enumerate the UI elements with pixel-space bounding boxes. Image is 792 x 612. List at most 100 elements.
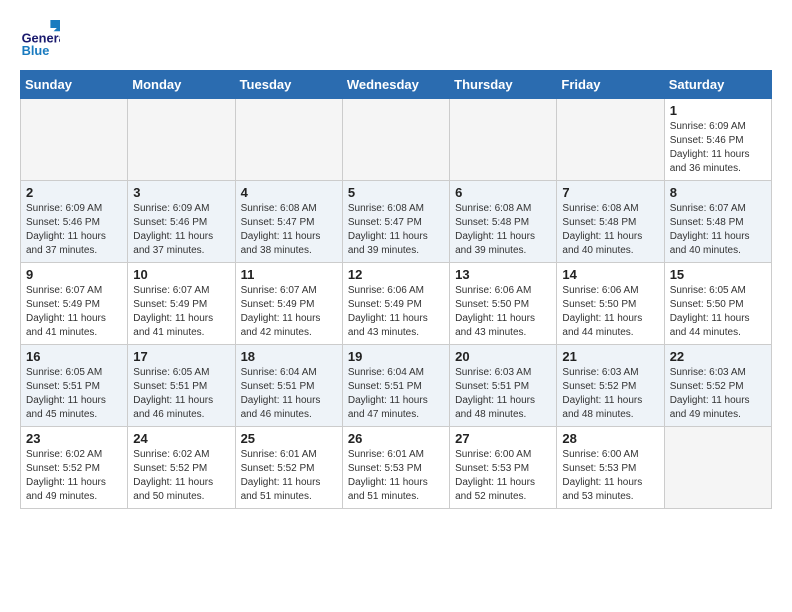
calendar-cell: 8Sunrise: 6:07 AM Sunset: 5:48 PM Daylig… <box>664 181 771 263</box>
day-number: 20 <box>455 349 551 364</box>
day-info: Sunrise: 6:04 AM Sunset: 5:51 PM Dayligh… <box>241 366 337 422</box>
day-number: 19 <box>348 349 444 364</box>
day-number: 9 <box>26 267 122 282</box>
day-number: 7 <box>562 185 658 200</box>
day-number: 21 <box>562 349 658 364</box>
calendar-cell: 13 Sunrise: 6:06 AM Sunset: 5:50 PM Dayli… <box>450 263 557 345</box>
week-row-5: 23 Sunrise: 6:02 AM Sunset: 5:52 PM Dayli… <box>21 427 772 509</box>
day-info: Sunrise: 6:05 AM Sunset: 5:51 PM Dayligh… <box>26 366 122 422</box>
day-info: Sunrise: 6:08 AM Sunset: 5:48 PM Dayligh… <box>562 202 658 258</box>
day-info: Sunrise: 6:07 AM Sunset: 5:49 PM Dayligh… <box>241 284 337 340</box>
weekday-header-sunday: Sunday <box>21 71 128 99</box>
calendar-cell <box>557 99 664 181</box>
weekday-header-friday: Friday <box>557 71 664 99</box>
logo: General Blue <box>20 20 66 60</box>
day-number: 26 <box>348 431 444 446</box>
day-info: Sunrise: 6:08 AM Sunset: 5:48 PM Dayligh… <box>455 202 551 258</box>
calendar-cell: 3 Sunrise: 6:09 AM Sunset: 5:46 PM Daylig… <box>128 181 235 263</box>
calendar-cell: 17 Sunrise: 6:05 AM Sunset: 5:51 PM Dayli… <box>128 345 235 427</box>
day-info: Sunrise: 6:01 AM Sunset: 5:53 PM Dayligh… <box>348 448 444 504</box>
day-number: 16 <box>26 349 122 364</box>
day-number: 23 <box>26 431 122 446</box>
day-info: Sunrise: 6:05 AM Sunset: 5:51 PM Dayligh… <box>133 366 229 422</box>
weekday-header-wednesday: Wednesday <box>342 71 449 99</box>
calendar-cell <box>21 99 128 181</box>
day-info: Sunrise: 6:06 AM Sunset: 5:49 PM Dayligh… <box>348 284 444 340</box>
calendar-cell: 4 Sunrise: 6:08 AM Sunset: 5:47 PM Daylig… <box>235 181 342 263</box>
day-info: Sunrise: 6:01 AM Sunset: 5:52 PM Dayligh… <box>241 448 337 504</box>
day-number: 5 <box>348 185 444 200</box>
day-info: Sunrise: 6:04 AM Sunset: 5:51 PM Dayligh… <box>348 366 444 422</box>
week-row-2: 2Sunrise: 6:09 AM Sunset: 5:46 PM Daylig… <box>21 181 772 263</box>
weekday-header-saturday: Saturday <box>664 71 771 99</box>
day-info: Sunrise: 6:00 AM Sunset: 5:53 PM Dayligh… <box>562 448 658 504</box>
day-info: Sunrise: 6:09 AM Sunset: 5:46 PM Dayligh… <box>26 202 122 258</box>
weekday-header-thursday: Thursday <box>450 71 557 99</box>
calendar-cell: 24 Sunrise: 6:02 AM Sunset: 5:52 PM Dayli… <box>128 427 235 509</box>
calendar-cell: 7 Sunrise: 6:08 AM Sunset: 5:48 PM Daylig… <box>557 181 664 263</box>
day-info: Sunrise: 6:07 AM Sunset: 5:49 PM Dayligh… <box>133 284 229 340</box>
day-info: Sunrise: 6:02 AM Sunset: 5:52 PM Dayligh… <box>26 448 122 504</box>
calendar-cell: 28 Sunrise: 6:00 AM Sunset: 5:53 PM Dayli… <box>557 427 664 509</box>
day-info: Sunrise: 6:06 AM Sunset: 5:50 PM Dayligh… <box>562 284 658 340</box>
day-info: Sunrise: 6:03 AM Sunset: 5:51 PM Dayligh… <box>455 366 551 422</box>
day-number: 13 <box>455 267 551 282</box>
day-number: 1 <box>670 103 766 118</box>
day-number: 18 <box>241 349 337 364</box>
day-number: 15 <box>670 267 766 282</box>
day-number: 27 <box>455 431 551 446</box>
calendar-cell: 21 Sunrise: 6:03 AM Sunset: 5:52 PM Dayli… <box>557 345 664 427</box>
day-number: 4 <box>241 185 337 200</box>
day-info: Sunrise: 6:08 AM Sunset: 5:47 PM Dayligh… <box>348 202 444 258</box>
week-row-4: 16 Sunrise: 6:05 AM Sunset: 5:51 PM Dayli… <box>21 345 772 427</box>
day-info: Sunrise: 6:03 AM Sunset: 5:52 PM Dayligh… <box>562 366 658 422</box>
svg-text:Blue: Blue <box>22 43 50 58</box>
calendar-cell <box>235 99 342 181</box>
logo-icon: General Blue <box>20 20 60 60</box>
calendar-cell: 5 Sunrise: 6:08 AM Sunset: 5:47 PM Daylig… <box>342 181 449 263</box>
day-number: 24 <box>133 431 229 446</box>
calendar-cell: 19 Sunrise: 6:04 AM Sunset: 5:51 PM Dayli… <box>342 345 449 427</box>
calendar-cell <box>342 99 449 181</box>
calendar-cell: 23 Sunrise: 6:02 AM Sunset: 5:52 PM Dayli… <box>21 427 128 509</box>
day-info: Sunrise: 6:07 AM Sunset: 5:49 PM Dayligh… <box>26 284 122 340</box>
calendar-cell: 26 Sunrise: 6:01 AM Sunset: 5:53 PM Dayli… <box>342 427 449 509</box>
calendar-cell: 14 Sunrise: 6:06 AM Sunset: 5:50 PM Dayli… <box>557 263 664 345</box>
day-info: Sunrise: 6:03 AM Sunset: 5:52 PM Dayligh… <box>670 366 766 422</box>
calendar-cell: 9 Sunrise: 6:07 AM Sunset: 5:49 PM Daylig… <box>21 263 128 345</box>
calendar-cell: 12Sunrise: 6:06 AM Sunset: 5:49 PM Dayli… <box>342 263 449 345</box>
day-number: 17 <box>133 349 229 364</box>
weekday-header-row: SundayMondayTuesdayWednesdayThursdayFrid… <box>21 71 772 99</box>
day-info: Sunrise: 6:06 AM Sunset: 5:50 PM Dayligh… <box>455 284 551 340</box>
day-number: 3 <box>133 185 229 200</box>
calendar-table: SundayMondayTuesdayWednesdayThursdayFrid… <box>20 70 772 509</box>
calendar-cell: 1 Sunrise: 6:09 AM Sunset: 5:46 PM Daylig… <box>664 99 771 181</box>
page-header: General Blue <box>20 20 772 60</box>
day-info: Sunrise: 6:02 AM Sunset: 5:52 PM Dayligh… <box>133 448 229 504</box>
calendar-cell: 18 Sunrise: 6:04 AM Sunset: 5:51 PM Dayli… <box>235 345 342 427</box>
day-number: 22 <box>670 349 766 364</box>
day-info: Sunrise: 6:09 AM Sunset: 5:46 PM Dayligh… <box>133 202 229 258</box>
week-row-3: 9 Sunrise: 6:07 AM Sunset: 5:49 PM Daylig… <box>21 263 772 345</box>
day-number: 28 <box>562 431 658 446</box>
calendar-cell: 27 Sunrise: 6:00 AM Sunset: 5:53 PM Dayli… <box>450 427 557 509</box>
day-number: 11 <box>241 267 337 282</box>
day-info: Sunrise: 6:08 AM Sunset: 5:47 PM Dayligh… <box>241 202 337 258</box>
week-row-1: 1 Sunrise: 6:09 AM Sunset: 5:46 PM Daylig… <box>21 99 772 181</box>
calendar-cell <box>664 427 771 509</box>
day-info: Sunrise: 6:09 AM Sunset: 5:46 PM Dayligh… <box>670 120 766 176</box>
day-info: Sunrise: 6:00 AM Sunset: 5:53 PM Dayligh… <box>455 448 551 504</box>
day-number: 25 <box>241 431 337 446</box>
calendar-cell: 2Sunrise: 6:09 AM Sunset: 5:46 PM Daylig… <box>21 181 128 263</box>
calendar-cell <box>450 99 557 181</box>
day-info: Sunrise: 6:05 AM Sunset: 5:50 PM Dayligh… <box>670 284 766 340</box>
calendar-cell <box>128 99 235 181</box>
calendar-cell: 25 Sunrise: 6:01 AM Sunset: 5:52 PM Dayli… <box>235 427 342 509</box>
day-number: 14 <box>562 267 658 282</box>
day-number: 10 <box>133 267 229 282</box>
day-number: 8 <box>670 185 766 200</box>
calendar-cell: 15 Sunrise: 6:05 AM Sunset: 5:50 PM Dayli… <box>664 263 771 345</box>
calendar-cell: 11 Sunrise: 6:07 AM Sunset: 5:49 PM Dayli… <box>235 263 342 345</box>
day-number: 6 <box>455 185 551 200</box>
calendar-cell: 22 Sunrise: 6:03 AM Sunset: 5:52 PM Dayli… <box>664 345 771 427</box>
